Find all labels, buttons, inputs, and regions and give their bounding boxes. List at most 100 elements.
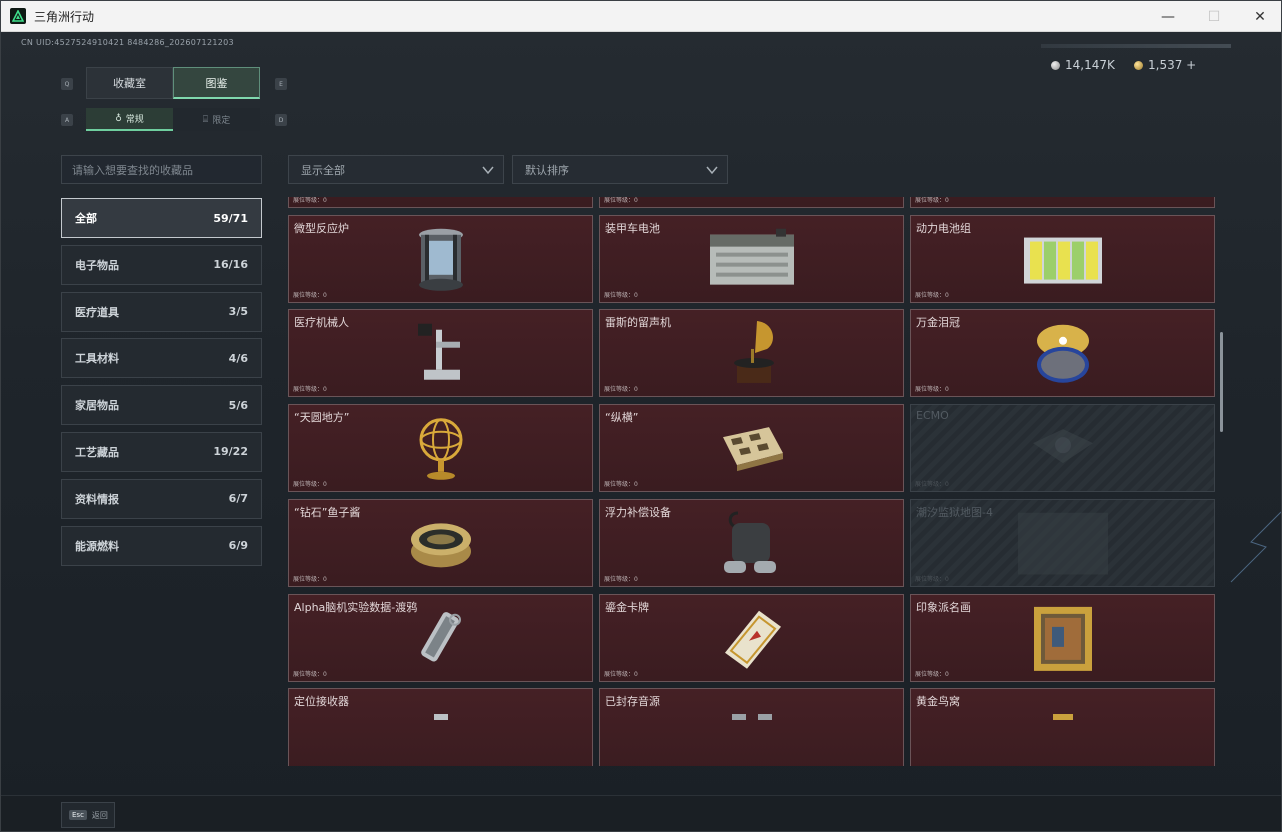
collection-card[interactable]: 鎏金卡牌展位等级：0 xyxy=(599,593,904,682)
receiver-icon xyxy=(426,707,456,726)
card-name: 潮汐监狱地图-4 xyxy=(916,505,993,519)
category-name: 全部 xyxy=(75,212,97,225)
collection-card[interactable]: 潮汐监狱地图-4 展位等级：0 xyxy=(910,498,1215,587)
collection-card[interactable]: 已封存音源 xyxy=(599,688,904,766)
category-medical[interactable]: 医疗道具 3/5 xyxy=(61,291,262,332)
category-name: 电子物品 xyxy=(75,258,119,272)
collection-card[interactable]: 展位等级：0 xyxy=(599,197,904,208)
category-crafts[interactable]: 工艺藏品 19/22 xyxy=(61,431,262,472)
collection-card[interactable]: 浮力补偿设备 展位等级：0 xyxy=(599,498,904,587)
category-household[interactable]: 家居物品 5/6 xyxy=(61,385,262,426)
currency-silver: 14,147K xyxy=(1051,58,1115,72)
ecmo-icon xyxy=(1023,423,1103,477)
collection-card[interactable]: 医疗机械人 展位等级：0 xyxy=(288,309,593,398)
close-button[interactable]: ✕ xyxy=(1237,1,1281,32)
subtab-limited[interactable]: ⌸ 限定 xyxy=(173,108,260,131)
card-name: “天圆地方” xyxy=(294,411,350,425)
category-count: 59/71 xyxy=(213,211,248,225)
caviar-icon xyxy=(409,515,473,575)
silver-coin-icon xyxy=(1051,60,1060,70)
subtab-regular[interactable]: ♁ 常规 xyxy=(86,108,173,131)
gold-coin-icon xyxy=(1134,60,1143,70)
sort-dropdown[interactable]: 默认排序 xyxy=(512,155,728,184)
app-logo-icon xyxy=(10,8,26,24)
battery-pack-icon xyxy=(1022,229,1104,293)
category-count: 19/22 xyxy=(213,445,248,459)
card-name: 鎏金卡牌 xyxy=(605,600,649,614)
filter-dropdown[interactable]: 显示全部 xyxy=(288,155,504,184)
grid-scrollbar[interactable] xyxy=(1220,332,1223,432)
chevron-down-icon xyxy=(706,166,718,175)
esc-key: Esc xyxy=(69,810,87,820)
search-input[interactable]: 请输入想要查找的收藏品 xyxy=(61,155,262,184)
collection-card[interactable]: 定位接收器 xyxy=(288,688,593,766)
minimize-button[interactable]: — xyxy=(1145,1,1191,32)
card-level: 展位等级：0 xyxy=(293,197,327,204)
limited-icon: ⌸ xyxy=(202,114,209,125)
category-energy[interactable]: 能源燃料 6/9 xyxy=(61,525,262,566)
collection-card[interactable]: 印象派名画 展位等级：0 xyxy=(910,593,1215,682)
currency-gold[interactable]: 1,537 + xyxy=(1134,58,1196,72)
category-electronics[interactable]: 电子物品 16/16 xyxy=(61,244,262,285)
bcd-icon xyxy=(723,509,780,583)
collection-card[interactable]: 雷斯的留声机 展位等级：0 xyxy=(599,309,904,398)
back-button[interactable]: Esc 返回 xyxy=(61,802,115,828)
card-name: “纵横” xyxy=(605,411,639,425)
card-name: 浮力补偿设备 xyxy=(605,505,671,519)
sort-value: 默认排序 xyxy=(525,163,569,177)
usb-icon xyxy=(411,605,471,675)
category-all[interactable]: 全部 59/71 xyxy=(61,198,262,238)
lightning-decoration xyxy=(1230,511,1281,583)
tab-catalog[interactable]: 图鉴 xyxy=(173,67,260,99)
collection-screen: CN UID:4527524910421 8484286_20260712120… xyxy=(1,32,1281,831)
egg-icon xyxy=(1033,321,1093,391)
collection-card[interactable]: Alpha脑机实验数据-渡鸦 展位等级：0 xyxy=(288,593,593,682)
maximize-button[interactable]: ☐ xyxy=(1191,1,1237,32)
collection-card[interactable]: “纵横” 展位等级：0 xyxy=(599,404,904,493)
card-level: 展位等级：0 xyxy=(915,197,949,204)
category-intel[interactable]: 资料情报 6/7 xyxy=(61,478,262,519)
card-level: 展位等级：0 xyxy=(604,670,638,678)
tab-next-hint: E xyxy=(275,78,287,90)
category-count: 3/5 xyxy=(228,305,248,319)
category-count: 6/9 xyxy=(228,539,248,553)
card-name: 雷斯的留声机 xyxy=(605,316,671,330)
subtab-regular-label: 常规 xyxy=(125,115,144,125)
robot-vacuum-icon xyxy=(722,197,782,199)
nest-icon xyxy=(1043,707,1083,726)
category-list: 全部 59/71 电子物品 16/16 医疗道具 3/5 工具材料 4/6 家居物品 5/… xyxy=(61,198,262,572)
card-level: 展位等级：0 xyxy=(915,481,949,489)
collection-card[interactable]: 微型反应炉 展位等级：0 xyxy=(288,214,593,303)
uid-label: CN UID:4527524910421 8484286_20260712120… xyxy=(21,38,234,47)
card-name: 万金泪冠 xyxy=(916,316,960,330)
card-level: 展位等级：0 xyxy=(293,575,327,583)
audio-icon xyxy=(722,707,782,726)
battery-icon xyxy=(706,228,798,294)
map-icon xyxy=(1017,512,1108,578)
chess-icon xyxy=(719,423,785,477)
category-tools[interactable]: 工具材料 4/6 xyxy=(61,338,262,379)
collection-card[interactable]: 展位等级：0 xyxy=(910,197,1215,208)
collection-card[interactable]: 展位等级：0 xyxy=(288,197,593,208)
window-title: 三角洲行动 xyxy=(34,9,95,24)
collection-card[interactable]: 动力电池组 展位等级：0 xyxy=(910,214,1215,303)
tab-collection-room[interactable]: 收藏室 xyxy=(86,67,173,99)
category-name: 工艺藏品 xyxy=(75,445,119,459)
collection-card[interactable]: “天圆地方” 展位等级：0 xyxy=(288,404,593,493)
tab-prev-hint: Q xyxy=(61,78,73,90)
category-count: 4/6 xyxy=(228,351,248,365)
collection-grid: 展位等级：0 展位等级：0 展位等级：0 微型反应炉 展位等级：0 装甲车电池 展位等级：0… xyxy=(288,197,1216,766)
back-label: 返回 xyxy=(91,810,108,820)
card-level: 展位等级：0 xyxy=(604,481,638,489)
card-name: 印象派名画 xyxy=(916,600,971,614)
collection-card[interactable]: 装甲车电池 展位等级：0 xyxy=(599,214,904,303)
category-count: 16/16 xyxy=(213,258,248,272)
game-window: 三角洲行动 — ☐ ✕ CN UID:4527524910421 8484286… xyxy=(0,0,1282,832)
collection-card[interactable]: ECMO 展位等级：0 xyxy=(910,404,1215,493)
collection-card[interactable]: 万金泪冠 展位等级：0 xyxy=(910,309,1215,398)
collection-card[interactable]: 黄金鸟窝 xyxy=(910,688,1215,766)
card-level: 展位等级：0 xyxy=(293,481,327,489)
card-name: Alpha脑机实验数据-渡鸦 xyxy=(294,600,418,614)
collection-card[interactable]: “钻石”鱼子酱 展位等级：0 xyxy=(288,498,593,587)
category-name: 家居物品 xyxy=(75,399,119,413)
